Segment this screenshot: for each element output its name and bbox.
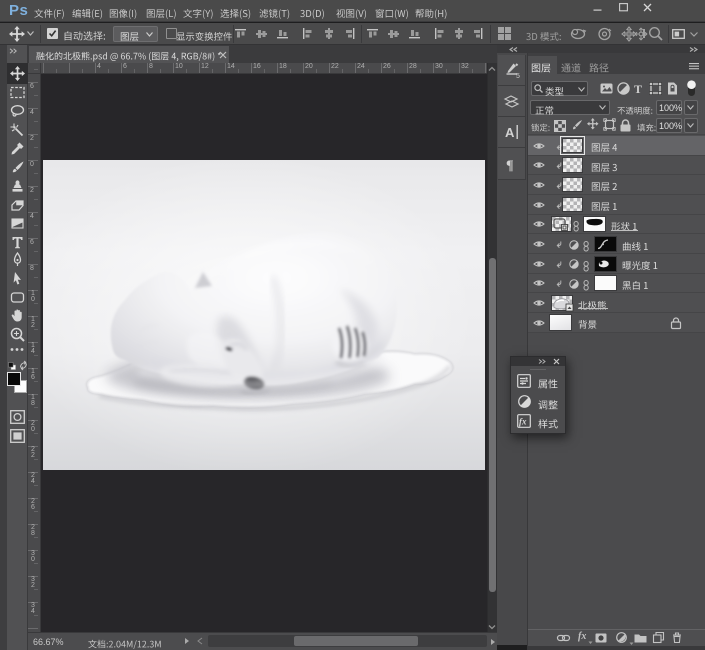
svg-text:fx: fx [519, 417, 527, 427]
svg-text:A: A [505, 125, 515, 140]
svg-text:5: 5 [516, 73, 520, 80]
svg-text:¶: ¶ [506, 159, 514, 174]
